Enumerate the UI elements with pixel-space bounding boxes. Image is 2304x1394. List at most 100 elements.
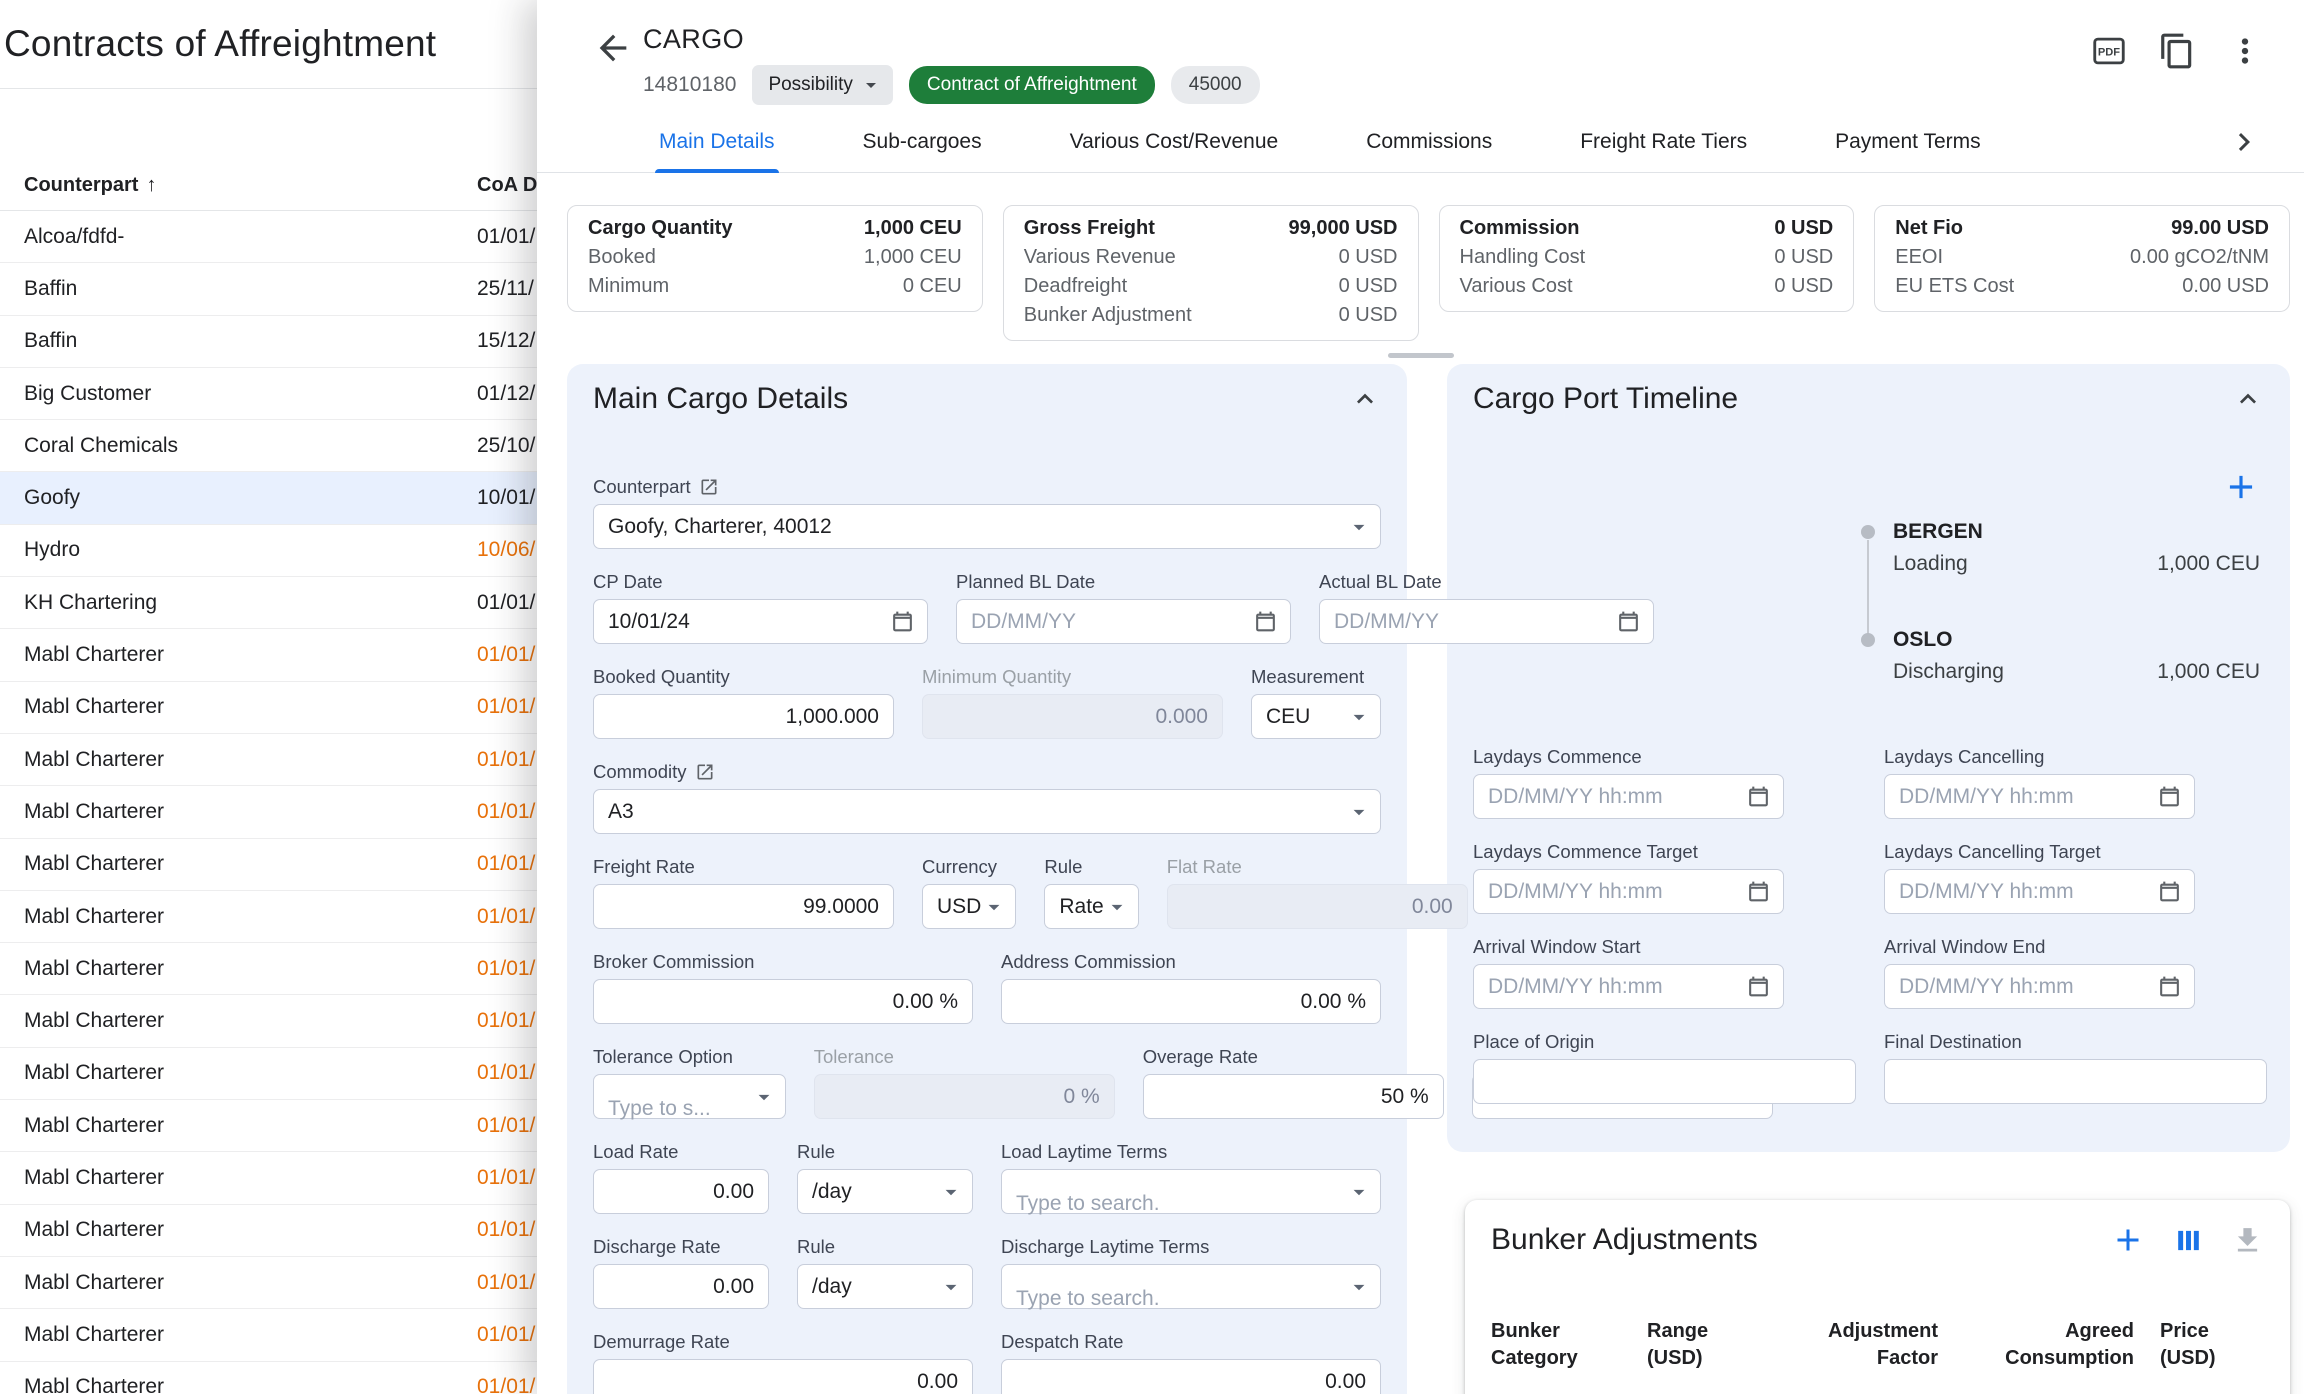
freight-rate-field: Freight Rate xyxy=(593,856,894,929)
tab[interactable]: Commissions xyxy=(1366,111,1492,172)
copy-icon xyxy=(2158,32,2196,70)
chevron-down-icon xyxy=(751,1084,777,1110)
resize-handle[interactable] xyxy=(1388,353,1454,358)
tab-label: Various Cost/Revenue xyxy=(1070,130,1279,154)
laydays-cancelling-target-field: Laydays Cancelling Target xyxy=(1884,841,2267,914)
despatch-rate-input[interactable] xyxy=(1002,1360,1380,1394)
broker-commission-input[interactable] xyxy=(594,980,972,1023)
counterpart-select[interactable]: Goofy, Charterer, 40012 xyxy=(593,504,1381,549)
laydays-commence-target-field: Laydays Commence Target xyxy=(1473,841,1856,914)
counterpart-cell: KH Chartering xyxy=(24,591,157,615)
calendar-icon[interactable] xyxy=(2157,879,2182,904)
discharge-rule-select[interactable]: /day xyxy=(797,1264,973,1309)
download-button xyxy=(2231,1224,2264,1257)
collapse-section-button[interactable] xyxy=(2232,383,2264,415)
card-row-value: 0 USD xyxy=(1339,301,1398,330)
laydays-cancelling-target-input[interactable] xyxy=(1885,870,2194,913)
tab[interactable]: Freight Rate Tiers xyxy=(1580,111,1747,172)
address-commission-input[interactable] xyxy=(1002,980,1380,1023)
open-external-icon[interactable] xyxy=(695,762,715,782)
overage-rate-input[interactable] xyxy=(1144,1075,1443,1118)
coa-date-cell: 10/01/ xyxy=(477,486,535,510)
discharge-rate-input[interactable] xyxy=(594,1265,768,1308)
tolerance-field: Tolerance xyxy=(814,1046,1115,1119)
tab[interactable]: Sub-cargoes xyxy=(863,111,982,172)
calendar-icon[interactable] xyxy=(1253,609,1278,634)
laydays-commence-input[interactable] xyxy=(1474,775,1783,818)
cp-date-input[interactable] xyxy=(594,600,927,643)
coa-date-cell: 25/11/ xyxy=(477,277,534,301)
calendar-icon[interactable] xyxy=(1746,784,1771,809)
laydays-commence-target-input[interactable] xyxy=(1474,870,1783,913)
laydays-cancelling-input[interactable] xyxy=(1885,775,2194,818)
timeline-dot-icon xyxy=(1861,633,1875,647)
timeline-stop[interactable]: BERGEN Loading 1,000 CEU xyxy=(1473,520,2264,576)
measurement-select[interactable]: CEU xyxy=(1251,694,1381,739)
tab[interactable]: Main Details xyxy=(659,111,775,172)
load-rate-input[interactable] xyxy=(594,1170,768,1213)
coa-date-cell: 01/01/ xyxy=(477,1323,535,1347)
column-header-counterpart[interactable]: Counterpart ↑ xyxy=(24,174,156,197)
tabs-scroll-right-button[interactable] xyxy=(2226,124,2262,160)
calendar-icon[interactable] xyxy=(2157,974,2182,999)
card-row-label: Various Revenue xyxy=(1024,243,1176,272)
final-destination-input[interactable] xyxy=(1885,1060,2266,1103)
counterpart-cell: Mabl Charterer xyxy=(24,852,164,876)
timeline-stop[interactable]: OSLO Discharging 1,000 CEU xyxy=(1473,628,2264,684)
tab-label: Payment Terms xyxy=(1835,130,1981,154)
place-of-origin-input[interactable] xyxy=(1474,1060,1855,1103)
counterpart-cell: Mabl Charterer xyxy=(24,643,164,667)
add-port-button[interactable] xyxy=(2222,468,2260,506)
load-laytime-terms-field: Load Laytime Terms Type to search. xyxy=(1001,1141,1381,1214)
commodity-select[interactable]: A3 xyxy=(593,789,1381,834)
counterpart-cell: Goofy xyxy=(24,486,80,510)
copy-button[interactable] xyxy=(2158,32,2196,70)
card-row-value: 0 USD xyxy=(1339,272,1398,301)
chevron-down-icon xyxy=(1346,514,1372,540)
chevron-up-icon xyxy=(1349,383,1381,415)
arrival-window-start-input[interactable] xyxy=(1474,965,1783,1008)
counterpart-cell: Alcoa/fdfd- xyxy=(24,225,124,249)
measurement-field: Measurement CEU xyxy=(1251,666,1381,739)
calendar-icon[interactable] xyxy=(2157,784,2182,809)
calendar-icon[interactable] xyxy=(1746,879,1771,904)
pdf-export-button[interactable] xyxy=(2090,32,2128,70)
calendar-icon[interactable] xyxy=(890,609,915,634)
arrival-window-end-input[interactable] xyxy=(1885,965,2194,1008)
load-rule-select[interactable]: /day xyxy=(797,1169,973,1214)
bunker-adjustments-card: Bunker Adjustments Bunker Category Range… xyxy=(1465,1200,2290,1394)
open-external-icon[interactable] xyxy=(699,477,719,497)
port-quantity: 1,000 CEU xyxy=(2157,552,2264,576)
discharge-laytime-terms-select[interactable]: Type to search. xyxy=(1001,1264,1381,1309)
more-menu-button[interactable] xyxy=(2226,32,2264,70)
load-laytime-terms-select[interactable]: Type to search. xyxy=(1001,1169,1381,1214)
freight-rate-input[interactable] xyxy=(594,885,893,928)
back-button[interactable] xyxy=(593,28,633,68)
status-dropdown[interactable]: Possibility xyxy=(752,65,892,105)
discharge-rate-field: Discharge Rate xyxy=(593,1236,769,1309)
tab[interactable]: Payment Terms xyxy=(1835,111,1981,172)
counterpart-cell: Mabl Charterer xyxy=(24,957,164,981)
freight-rule-field: Rule Rate xyxy=(1044,856,1138,929)
add-bunker-adjustment-button[interactable] xyxy=(2110,1222,2146,1258)
calendar-icon[interactable] xyxy=(1746,974,1771,999)
freight-rule-select[interactable]: Rate xyxy=(1044,884,1138,929)
planned-bl-date-input[interactable] xyxy=(957,600,1290,643)
discharge-laytime-terms-field: Discharge Laytime Terms Type to search. xyxy=(1001,1236,1381,1309)
tab[interactable]: Various Cost/Revenue xyxy=(1070,111,1279,172)
final-destination-field: Final Destination xyxy=(1884,1031,2267,1104)
booked-quantity-input[interactable] xyxy=(594,695,893,738)
columns-icon xyxy=(2172,1224,2205,1257)
demurrage-rate-input[interactable] xyxy=(594,1360,972,1394)
column-settings-button[interactable] xyxy=(2172,1224,2205,1257)
collapse-section-button[interactable] xyxy=(1349,383,1381,415)
summary-card-commission: Commission0 USD Handling Cost0 USD Vario… xyxy=(1439,205,1855,312)
coa-date-cell: 01/01/ xyxy=(477,1114,535,1138)
currency-select[interactable]: USD xyxy=(922,884,1016,929)
tolerance-option-select[interactable]: Type to s... xyxy=(593,1074,786,1119)
coa-date-cell: 01/01/ xyxy=(477,695,535,719)
port-name: OSLO xyxy=(1893,628,2264,652)
column-header-coa-date[interactable]: CoA D xyxy=(477,174,537,197)
demurrage-rate-field: Demurrage Rate xyxy=(593,1331,973,1394)
booked-quantity-field: Booked Quantity xyxy=(593,666,894,739)
